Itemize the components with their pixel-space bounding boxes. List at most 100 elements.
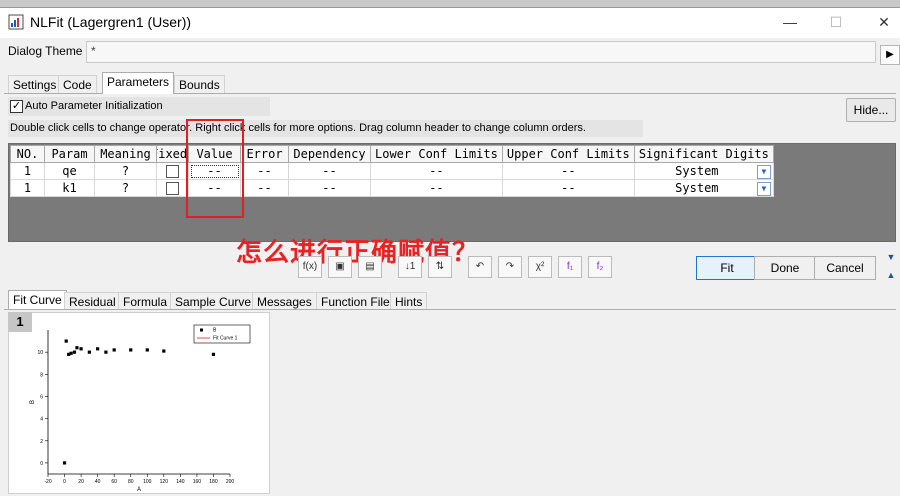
swap-icon[interactable]: ⇅ [428, 256, 452, 278]
y-tick-label: 2 [40, 439, 43, 445]
cell-significant-digits[interactable]: System ▼ [633, 162, 774, 180]
fit-until-converged-icon[interactable]: f₁ [558, 256, 582, 278]
dialog-theme-label: Dialog Theme [8, 44, 83, 58]
cell-dependency[interactable]: -- [288, 179, 371, 197]
cancel-button[interactable]: Cancel [814, 256, 876, 280]
x-tick-label: 200 [226, 479, 235, 485]
close-button[interactable]: ✕ [862, 10, 900, 34]
auto-init-label: Auto Parameter Initialization [25, 100, 163, 112]
data-point [62, 461, 67, 465]
col-fixed[interactable]: Fixed [156, 145, 189, 163]
top-strip [0, 0, 900, 8]
import-icon[interactable]: ▣ [328, 256, 352, 278]
fixed-checkbox[interactable] [166, 165, 179, 178]
table-hint: Double click cells to change operator. R… [8, 120, 643, 137]
col-lower-conf[interactable]: Lower Conf Limits [370, 145, 503, 163]
auto-init-checkbox[interactable]: ✓ [10, 100, 23, 113]
iterate-back-icon[interactable]: ↶ [468, 256, 492, 278]
y-tick-label: 8 [40, 372, 43, 378]
app-icon [8, 14, 24, 30]
cell-dependency[interactable]: -- [288, 162, 371, 180]
sig-digits-value: System [675, 163, 719, 178]
col-no[interactable]: NO. [10, 145, 45, 163]
cell-param[interactable]: qe [44, 162, 95, 180]
tab-fit-curve[interactable]: Fit Curve [8, 290, 67, 310]
y-tick-label: 6 [40, 394, 43, 400]
chi-square-icon[interactable]: χ² [528, 256, 552, 278]
cell-lower-conf[interactable]: -- [370, 162, 503, 180]
maximize-button[interactable]: ☐ [814, 10, 858, 34]
cell-upper-conf[interactable]: -- [501, 179, 635, 197]
cell-param[interactable]: k1 [44, 179, 95, 197]
function-icon[interactable]: f(x) [298, 256, 322, 278]
theme-menu-arrow-icon[interactable]: ▶ [880, 45, 900, 65]
tab-residual[interactable]: Residual [64, 292, 121, 310]
data-point [96, 347, 100, 351]
fit-button[interactable]: Fit [696, 256, 758, 280]
cell-meaning[interactable]: ? [94, 162, 157, 180]
col-param[interactable]: Param [44, 145, 95, 163]
tab-messages[interactable]: Messages [252, 292, 317, 310]
dropdown-arrow-icon[interactable]: ▼ [756, 181, 771, 196]
data-point [162, 349, 166, 353]
data-point [145, 348, 149, 352]
fixed-checkbox[interactable] [166, 182, 179, 195]
data-point [87, 350, 91, 354]
col-error[interactable]: Error [240, 145, 289, 163]
y-tick-label: 10 [37, 350, 43, 356]
parameter-table: NO. Param Meaning Fixed Value Error Depe… [10, 145, 774, 197]
col-dependency[interactable]: Dependency [288, 145, 371, 163]
collapse-down-icon[interactable]: ▼ [883, 252, 899, 266]
tab-parameters[interactable]: Parameters [102, 72, 175, 94]
sort-icon[interactable]: ↓1 [398, 256, 422, 278]
tab-bounds[interactable]: Bounds [174, 75, 225, 93]
fit-iteration-icon[interactable]: f₂ [588, 256, 612, 278]
legend-marker-b [200, 328, 203, 332]
cell-lower-conf[interactable]: -- [370, 179, 503, 197]
dropdown-arrow-icon[interactable]: ▼ [756, 164, 771, 179]
collapse-up-icon[interactable]: ▲ [883, 270, 899, 284]
col-significant-digits[interactable]: Significant Digits [633, 145, 774, 163]
data-point [79, 347, 83, 351]
cell-upper-conf[interactable]: -- [501, 162, 635, 180]
tab-code[interactable]: Code [58, 75, 97, 93]
page-number-badge: 1 [8, 312, 32, 332]
x-axis-label: A [137, 487, 141, 493]
done-button[interactable]: Done [754, 256, 816, 280]
cell-fixed[interactable] [156, 162, 189, 180]
col-upper-conf[interactable]: Upper Conf Limits [501, 145, 635, 163]
minimize-button[interactable]: — [768, 10, 812, 34]
save-icon[interactable]: ▤ [358, 256, 382, 278]
iterate-forward-icon[interactable]: ↷ [498, 256, 522, 278]
hide-button[interactable]: Hide... [846, 98, 896, 122]
col-meaning[interactable]: Meaning [94, 145, 157, 163]
data-point [69, 351, 73, 355]
x-tick-label: 120 [160, 479, 169, 485]
y-axis-label: B [30, 400, 36, 404]
data-point [64, 339, 68, 343]
data-point [104, 350, 108, 354]
cell-error[interactable]: -- [240, 179, 289, 197]
x-tick-label: 140 [176, 479, 185, 485]
tab-function-file[interactable]: Function File [316, 292, 395, 310]
x-tick-label: 0 [63, 479, 66, 485]
cell-no[interactable]: 1 [10, 162, 45, 180]
fit-curve-chart: -20 0 20 40 60 80 100 120 140 160 180 2000246810ABB… [30, 324, 251, 493]
x-tick-label: 100 [143, 479, 152, 485]
cell-meaning[interactable]: ? [94, 179, 157, 197]
dialog-theme-field[interactable]: * [86, 41, 876, 63]
x-tick-label: 80 [128, 479, 134, 485]
tab-hints[interactable]: Hints [390, 292, 428, 310]
cell-no[interactable]: 1 [10, 179, 45, 197]
tab-formula[interactable]: Formula [118, 292, 173, 310]
tab-sample-curve[interactable]: Sample Curve [170, 292, 257, 310]
data-point [129, 348, 133, 352]
cell-significant-digits[interactable]: System ▼ [633, 179, 774, 197]
cell-fixed[interactable] [156, 179, 189, 197]
cell-error[interactable]: -- [240, 162, 289, 180]
window-title: NLFit (Lagergren1 (User)) [30, 14, 192, 30]
data-point [112, 348, 116, 352]
x-tick-label: 20 [78, 479, 84, 485]
tab-settings[interactable]: Settings [8, 75, 62, 93]
data-point [72, 350, 77, 354]
